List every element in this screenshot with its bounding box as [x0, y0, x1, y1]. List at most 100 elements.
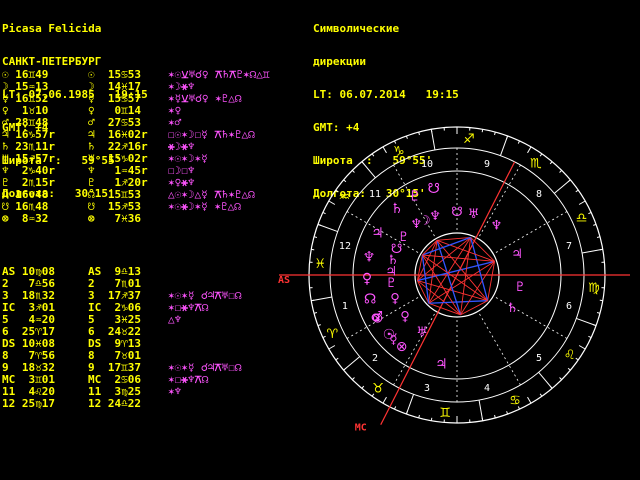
zodiac-sign-icon: ♍: [588, 281, 600, 296]
zodiac-sign-icon: ♏: [530, 156, 542, 171]
degree-tick: [506, 411, 509, 415]
aspect-list: ✶♆: [168, 385, 182, 398]
zodiac-sign-icon: ♑: [393, 144, 405, 159]
house-number: 11: [369, 189, 381, 200]
progressed-title-line1: Символические: [313, 22, 400, 35]
sign-divider: [538, 371, 553, 389]
zodiac-sign-icon: ♌: [564, 348, 576, 363]
planet-glyph-icon: ♀: [400, 310, 410, 325]
chart-wheel: 123 456789101112♈♉♊♋♌♍♎♏♐♑♒♓ASMC♃⊗☿☉♂⊗☊♀♆…: [278, 126, 630, 434]
house-number: 2: [372, 353, 378, 364]
degree-tick: [539, 393, 543, 397]
degree-tick: [382, 146, 387, 154]
sign-divider: [343, 356, 361, 371]
house-number: 9: [484, 159, 490, 170]
degree-tick: [328, 200, 336, 205]
degree-tick: [578, 200, 586, 205]
house-number: 7: [566, 241, 572, 252]
planet-glyph-icon: ♃: [511, 247, 523, 262]
degree-tick: [575, 357, 579, 361]
degree-tick: [361, 385, 365, 389]
aspect-line: [428, 237, 472, 304]
progressed-title-line2: дирекции: [313, 55, 366, 68]
planet-glyph-icon: ♅: [468, 207, 480, 222]
planet-glyph-icon: ♃: [435, 357, 448, 373]
natal-name: Picasa Felicida: [2, 22, 102, 35]
degree-tick: [322, 335, 326, 339]
sign-divider: [405, 394, 415, 415]
planet-glyph-icon: ♃: [371, 226, 384, 242]
sign-divider: [576, 317, 597, 327]
progressed-position: 12 24♎22: [88, 397, 141, 410]
degree-tick: [481, 129, 484, 133]
degree-tick: [430, 417, 433, 421]
zodiac-sign-icon: ♐: [463, 132, 475, 147]
house-number: 3: [424, 383, 430, 394]
house-number: 8: [536, 189, 542, 200]
aspect-line: [436, 240, 462, 316]
planet-glyph-icon: ☋: [451, 205, 463, 220]
planet-glyph-icon: ☋: [427, 181, 439, 197]
degree-tick: [567, 367, 571, 371]
house-number: 10: [421, 159, 433, 170]
planet-glyph-icon: ♀: [390, 292, 400, 307]
planet-glyph-icon: ♀: [362, 271, 372, 287]
midheaven-label: MC: [355, 423, 367, 434]
degree-tick: [317, 324, 321, 327]
house-number: 5: [536, 353, 542, 364]
sign-divider: [311, 296, 333, 302]
planet-glyph-icon: ♅: [416, 325, 428, 340]
progressed-position: ⊗ 7♓36: [88, 212, 141, 225]
house-number: 1: [342, 301, 348, 312]
zodiac-sign-icon: ♊: [439, 406, 451, 421]
house-cusp: [477, 311, 521, 386]
house-number: 12: [339, 241, 351, 252]
degree-tick: [371, 153, 375, 157]
degree-tick: [405, 135, 408, 139]
planet-glyph-icon: ☽: [419, 214, 431, 229]
planet-glyph-icon: ⊗: [372, 310, 384, 326]
zodiac-sign-icon: ♋: [509, 394, 521, 409]
degree-tick: [393, 406, 397, 410]
degree-tick: [588, 211, 592, 215]
degree-tick: [527, 146, 532, 154]
ascendant-label: AS: [278, 275, 290, 286]
planet-glyph-icon: ♄: [507, 301, 519, 316]
house-number: 4: [484, 383, 490, 394]
degree-tick: [575, 189, 579, 193]
degree-tick: [588, 335, 592, 339]
natal-position: ⊗ 8♒32: [2, 212, 49, 225]
planet-glyph-icon: ☉: [383, 327, 396, 343]
degree-tick: [549, 161, 553, 165]
sign-divider: [430, 129, 436, 151]
aspect-list: △♆: [168, 313, 182, 326]
degree-tick: [382, 396, 387, 404]
house-number: 6: [566, 301, 572, 312]
house-cusp: [493, 295, 568, 339]
zodiac-sign-icon: ♓: [314, 257, 326, 272]
degree-tick: [559, 377, 563, 381]
sign-divider: [553, 179, 571, 194]
degree-tick: [335, 357, 339, 361]
degree-tick: [311, 248, 315, 251]
degree-tick: [593, 223, 597, 226]
degree-tick: [351, 169, 355, 173]
zodiac-sign-icon: ♉: [372, 382, 384, 397]
sign-divider: [499, 135, 509, 156]
planet-glyph-icon: ☊: [364, 291, 376, 307]
degree-tick: [517, 140, 521, 144]
planet-glyph-icon: ♆: [491, 219, 503, 234]
sign-divider: [581, 248, 603, 254]
degree-tick: [328, 345, 336, 350]
degree-tick: [393, 140, 397, 144]
aspect-line: [428, 302, 461, 316]
degree-tick: [351, 377, 355, 381]
degree-tick: [599, 299, 603, 302]
planet-glyph-icon: ♇: [514, 280, 526, 295]
aspect-line: [428, 300, 488, 304]
zodiac-sign-icon: ♈: [327, 327, 339, 342]
aspect-list: ✶☉⚹☽✶☿ ✶♇△☊: [168, 200, 241, 213]
sign-divider: [361, 161, 376, 179]
natal-position: 12 25♍17: [2, 397, 55, 410]
planet-glyph-icon: ♄: [390, 201, 403, 217]
